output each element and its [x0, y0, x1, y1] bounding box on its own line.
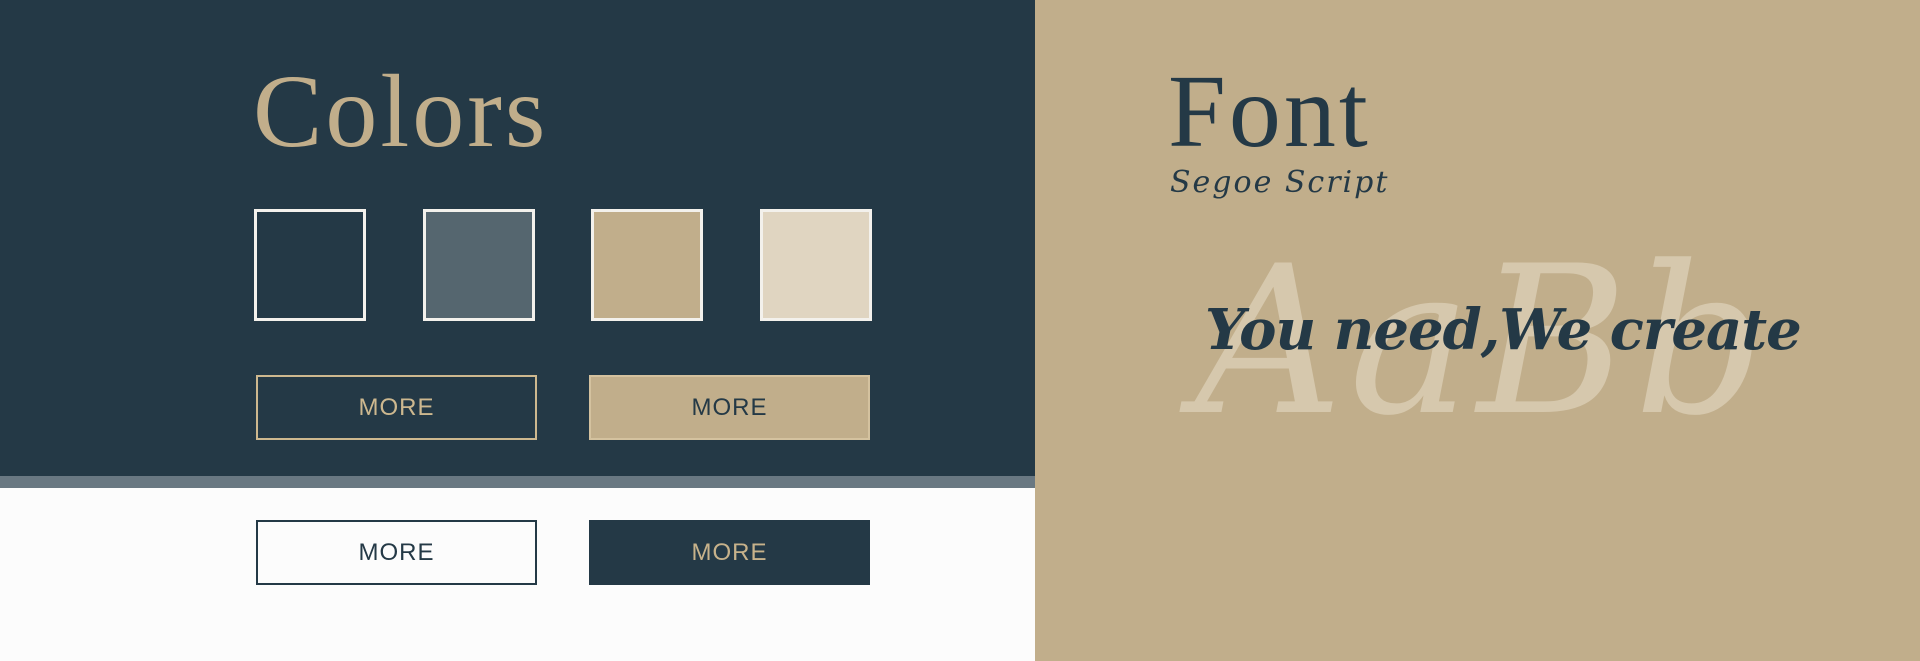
more-button-filled-navy[interactable]: MORE: [589, 520, 870, 585]
colors-title: Colors: [253, 54, 549, 169]
more-button-outline-sand[interactable]: MORE: [256, 375, 537, 440]
swatch-sand: [591, 209, 703, 321]
swatch-navy: [254, 209, 366, 321]
font-title: Font: [1168, 54, 1371, 169]
swatch-slate: [423, 209, 535, 321]
more-button-filled-sand[interactable]: MORE: [589, 375, 870, 440]
section-divider: [0, 476, 1035, 488]
swatch-cream: [760, 209, 872, 321]
font-name-label: Segoe Script: [1170, 165, 1390, 200]
more-button-outline-navy[interactable]: MORE: [256, 520, 537, 585]
tagline: You need,We create: [1205, 297, 1802, 363]
